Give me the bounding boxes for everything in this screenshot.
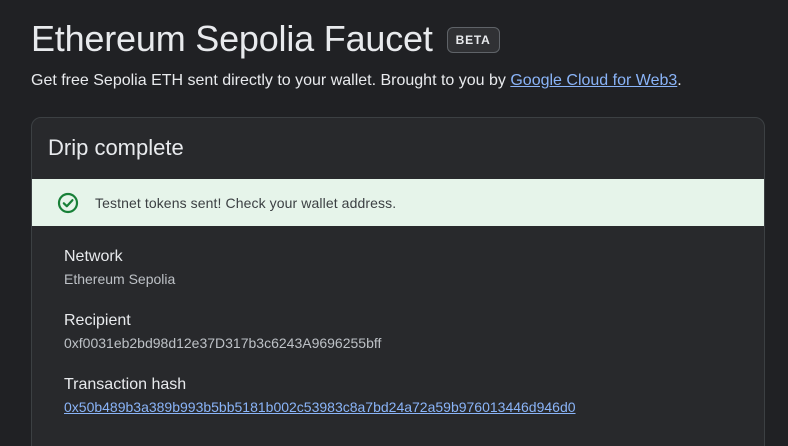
recipient-value: 0xf0031eb2bd98d12e37D317b3c6243A9696255b… [64,335,382,351]
transaction-hash-link[interactable]: 0x50b489b3a389b993b5bb5181b002c53983c8a7… [64,398,576,416]
faucet-page: Ethereum Sepolia Faucet BETA Get free Se… [0,0,788,446]
network-field: Network Ethereum Sepolia [64,247,175,288]
page-subtitle: Get free Sepolia ETH sent directly to yo… [31,71,682,91]
transaction-hash-label: Transaction hash [64,376,187,393]
recipient-label: Recipient [64,312,131,329]
alert-message: Testnet tokens sent! Check your wallet a… [95,194,397,211]
drip-result-card: Drip complete Testnet tokens sent! Check… [31,117,765,446]
card-title: Drip complete [48,135,184,160]
network-label: Network [64,248,123,265]
subtitle-text: Get free Sepolia ETH sent directly to yo… [31,72,511,89]
title-row: Ethereum Sepolia Faucet BETA [31,18,500,60]
recipient-field: Recipient 0xf0031eb2bd98d12e37D317b3c624… [64,311,381,352]
transaction-hash-field: Transaction hash 0x50b489b3a389b993b5bb5… [64,375,576,416]
page-title: Ethereum Sepolia Faucet [31,18,433,59]
network-value: Ethereum Sepolia [64,271,176,287]
subtitle-suffix: . [677,72,682,89]
check-circle-icon [57,192,79,214]
google-cloud-web3-link[interactable]: Google Cloud for Web3 [510,72,677,89]
success-alert: Testnet tokens sent! Check your wallet a… [32,179,764,226]
beta-badge: BETA [446,27,500,53]
